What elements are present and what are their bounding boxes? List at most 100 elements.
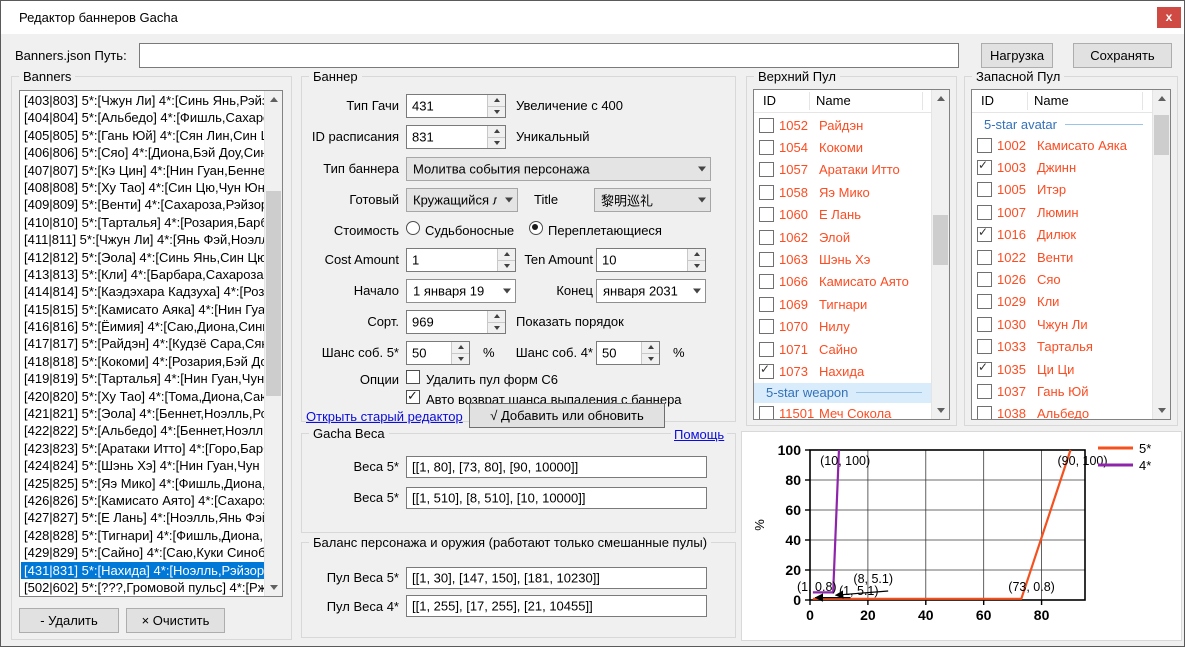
banner-list-item[interactable]: [409|809] 5*:[Венти] 4*:[Сахароза,Рэйзор…	[21, 196, 265, 213]
pool-row[interactable]: 1071Сайно	[754, 338, 932, 360]
pool-row[interactable]: 1030Чжун Ли	[972, 313, 1153, 335]
load-button[interactable]: Нагрузка	[981, 43, 1053, 68]
row-checkbox[interactable]	[759, 185, 774, 200]
banner-list-item[interactable]: [404|804] 5*:[Альбедо] 4*:[Фишль,Сахароз	[21, 109, 265, 126]
pool-row[interactable]: 1054Кокоми	[754, 136, 932, 158]
close-icon[interactable]: x	[1157, 7, 1181, 28]
banner-list-item[interactable]: [422|822] 5*:[Альбедо] 4*:[Беннет,Ноэлль…	[21, 422, 265, 439]
row-checkbox[interactable]	[977, 384, 992, 399]
pool-row[interactable]: 1070Нилу	[754, 316, 932, 338]
chance5-spinner[interactable]	[451, 342, 469, 364]
gacha-type-input[interactable]: 431	[406, 94, 506, 118]
cost-radio-intertwined[interactable]	[529, 221, 543, 235]
ten-amount-spinner[interactable]	[687, 249, 705, 271]
column-separator[interactable]	[922, 92, 923, 110]
banner-list-item[interactable]: [414|814] 5*:[Каэдэхара Кадзуха] 4*:[Роз…	[21, 283, 265, 300]
row-checkbox[interactable]	[759, 230, 774, 245]
scroll-thumb[interactable]	[933, 215, 948, 265]
row-checkbox[interactable]	[977, 227, 992, 242]
pool-weights5-input[interactable]: [[1, 30], [147, 150], [181, 10230]]	[406, 567, 707, 589]
row-checkbox[interactable]	[759, 342, 774, 357]
banners-scrollbar[interactable]	[264, 91, 282, 596]
pool-row[interactable]: 1052Райдэн	[754, 114, 932, 136]
remove-c6-checkbox[interactable]	[406, 370, 420, 384]
row-checkbox[interactable]	[977, 317, 992, 332]
banner-list-item[interactable]: [412|812] 5*:[Эола] 4*:[Синь Янь,Син Цю,	[21, 249, 265, 266]
sort-input[interactable]: 969	[406, 310, 506, 334]
upper-pool-scrollbar[interactable]	[931, 90, 949, 419]
banner-list-item[interactable]: [407|807] 5*:[Кэ Цин] 4*:[Нин Гуан,Бенне…	[21, 162, 265, 179]
pool-row[interactable]: 1026Сяо	[972, 268, 1153, 290]
column-separator[interactable]	[1027, 92, 1028, 110]
banner-list-item[interactable]: [406|806] 5*:[Сяо] 4*:[Диона,Бэй Доу,Син	[21, 144, 265, 161]
banner-list-item[interactable]: [417|817] 5*:[Райдэн] 4*:[Кудзё Сара,Сян…	[21, 335, 265, 352]
banner-list-item[interactable]: [426|826] 5*:[Камисато Аято] 4*:[Сахароз…	[21, 492, 265, 509]
col-name[interactable]: Name	[1034, 93, 1069, 108]
column-separator[interactable]	[1142, 92, 1143, 110]
reserve-pool-scrollbar[interactable]	[1152, 90, 1170, 419]
clear-banners-button[interactable]: × Очистить	[126, 608, 225, 633]
chance4-spinner[interactable]	[641, 342, 659, 364]
row-checkbox[interactable]	[977, 294, 992, 309]
chance4-input[interactable]: 50	[596, 341, 660, 365]
path-input[interactable]	[139, 43, 959, 68]
row-checkbox[interactable]	[759, 319, 774, 334]
pool-row[interactable]: 1033Тарталья	[972, 336, 1153, 358]
weights5-input[interactable]: [[1, 80], [73, 80], [90, 10000]]	[406, 456, 707, 478]
ten-amount-input[interactable]: 10	[596, 248, 706, 272]
pool-row[interactable]: 1066Камисато Аято	[754, 271, 932, 293]
scroll-up-icon[interactable]	[932, 90, 949, 107]
row-checkbox[interactable]	[977, 250, 992, 265]
row-checkbox[interactable]	[759, 207, 774, 222]
banner-list-item[interactable]: [421|821] 5*:[Эола] 4*:[Беннет,Ноэлль,Ро…	[21, 405, 265, 422]
banner-type-combo[interactable]: Молитва события персонажа	[406, 157, 711, 181]
old-editor-link[interactable]: Открыть старый редактор	[306, 409, 463, 424]
banner-list-item[interactable]: [416|816] 5*:[Ёимия] 4*:[Саю,Диона,Синь	[21, 318, 265, 335]
pool-row[interactable]: 1003Джинн	[972, 156, 1153, 178]
end-date-picker[interactable]: января 2031	[596, 279, 706, 303]
row-checkbox[interactable]	[759, 140, 774, 155]
pool-row[interactable]: 1029Кли	[972, 291, 1153, 313]
pool-row[interactable]: 1038Альбедо	[972, 403, 1153, 419]
sort-spinner[interactable]	[487, 311, 505, 333]
row-checkbox[interactable]	[977, 272, 992, 287]
prefab-combo[interactable]: Кружащийся л	[406, 188, 518, 212]
row-checkbox[interactable]	[759, 364, 774, 379]
pool-row[interactable]: 1002Камисато Аяка	[972, 134, 1153, 156]
pool-row[interactable]: 1057Аратаки Итто	[754, 159, 932, 181]
pool-row[interactable]: 1063Шэнь Хэ	[754, 248, 932, 270]
save-button[interactable]: Сохранять	[1073, 43, 1172, 68]
cost-amount-input[interactable]: 1	[406, 248, 516, 272]
add-update-button[interactable]: √ Добавить или обновить	[469, 403, 665, 428]
banner-list-item[interactable]: [424|824] 5*:[Шэнь Хэ] 4*:[Нин Гуан,Чун …	[21, 457, 265, 474]
weights4-input[interactable]: [[1, 510], [8, 510], [10, 10000]]	[406, 487, 707, 509]
banner-list-item[interactable]: [413|813] 5*:[Кли] 4*:[Барбара,Сахароза,…	[21, 266, 265, 283]
scroll-down-icon[interactable]	[1153, 402, 1170, 419]
scroll-up-icon[interactable]	[1153, 90, 1170, 107]
col-id[interactable]: ID	[763, 93, 776, 108]
banner-list-item[interactable]: [403|803] 5*:[Чжун Ли] 4*:[Синь Янь,Рэйз…	[21, 92, 265, 109]
banner-list-item[interactable]: [419|819] 5*:[Тарталья] 4*:[Нин Гуан,Чун…	[21, 370, 265, 387]
banner-list-item[interactable]: [427|827] 5*:[Е Лань] 4*:[Ноэлль,Янь Фэй…	[21, 509, 265, 526]
banner-list-item[interactable]: [431|831] 5*:[Нахида] 4*:[Ноэлль,Рэйзор,…	[21, 562, 265, 579]
help-link[interactable]: Помощь	[671, 427, 727, 442]
pool-row[interactable]: 1060Е Лань	[754, 204, 932, 226]
banner-list-item[interactable]: [415|815] 5*:[Камисато Аяка] 4*:[Нин Гуа…	[21, 301, 265, 318]
scroll-thumb[interactable]	[266, 191, 281, 396]
column-separator[interactable]	[809, 92, 810, 110]
banner-list-item[interactable]: [418|818] 5*:[Кокоми] 4*:[Розария,Бэй До	[21, 353, 265, 370]
reserve-pool-listview[interactable]: ID Name 5-star avatar1002Камисато Аяка10…	[971, 89, 1171, 420]
upper-pool-listview[interactable]: ID Name 1052Райдэн1054Кокоми1057Аратаки …	[753, 89, 950, 420]
row-checkbox[interactable]	[759, 406, 774, 419]
pool-row[interactable]: 11501Меч Сокола	[754, 403, 932, 419]
row-checkbox[interactable]	[759, 118, 774, 133]
banner-list-item[interactable]: [408|808] 5*:[Ху Тао] 4*:[Син Цю,Чун Юнь	[21, 179, 265, 196]
row-checkbox[interactable]	[759, 162, 774, 177]
pool-row[interactable]: 1035Ци Ци	[972, 358, 1153, 380]
banner-list-item[interactable]: [423|823] 5*:[Аратаки Итто] 4*:[Горо,Бар…	[21, 440, 265, 457]
row-checkbox[interactable]	[759, 297, 774, 312]
banner-list-item[interactable]: [411|811] 5*:[Чжун Ли] 4*:[Янь Фэй,Ноэлл	[21, 231, 265, 248]
banner-list-item[interactable]: [425|825] 5*:[Яэ Мико] 4*:[Фишль,Диона,Т	[21, 475, 265, 492]
scroll-down-icon[interactable]	[265, 579, 282, 596]
scroll-thumb[interactable]	[1154, 115, 1169, 155]
